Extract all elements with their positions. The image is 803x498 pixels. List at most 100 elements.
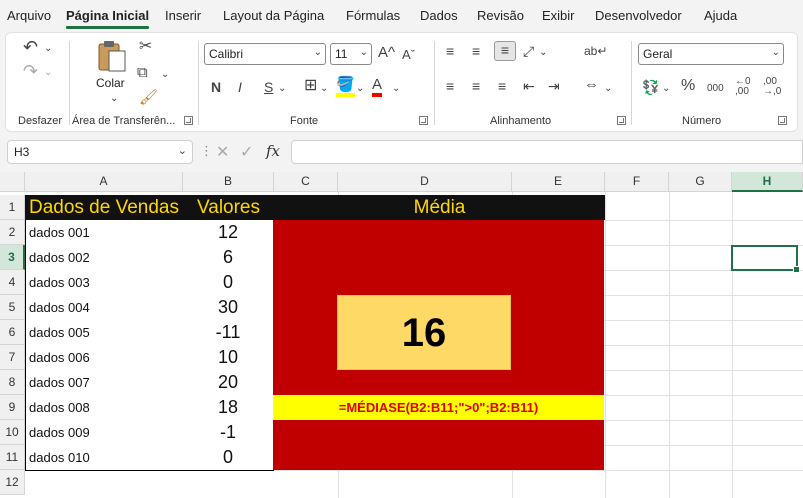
font-size-select[interactable]: 11 ⌄ [330,43,372,65]
average-result-cell[interactable]: 16 [337,295,511,370]
column-header-h[interactable]: H [732,172,803,192]
fill-color-icon[interactable]: 🪣 [336,77,355,97]
tab-desenvolvedor[interactable]: Desenvolvedor [595,8,682,23]
column-header-d[interactable]: D [338,172,512,192]
align-top-icon[interactable]: ≡ [446,43,454,59]
header-cell-dados-de-vendas[interactable]: Dados de Vendas [25,195,183,220]
grow-font-icon[interactable]: A^ [378,45,395,61]
data-value-cell[interactable]: -1 [183,420,274,446]
data-label-cell[interactable]: dados 009 [25,420,184,446]
borders-icon[interactable]: ⊞ [304,78,317,94]
more-icon[interactable]: ⋮ [200,143,213,159]
row-header-1[interactable]: 1 [0,195,25,220]
thousands-button[interactable]: 000 [707,81,724,97]
header-cell-media[interactable]: Média [274,195,605,220]
column-header-a[interactable]: A [25,172,183,192]
data-label-cell[interactable]: dados 002 [25,245,184,271]
format-painter-icon[interactable]: 🖌 [139,90,158,106]
percent-button[interactable]: % [681,78,695,94]
row-header-9[interactable]: 9 [0,395,25,420]
align-middle-icon[interactable]: ≡ [472,43,480,59]
font-color-dropdown-icon[interactable]: ⌄ [392,81,400,97]
column-header-e[interactable]: E [512,172,605,192]
name-box[interactable]: H3 ⌄ [7,140,193,164]
paste-button-label[interactable]: Colar [96,76,125,90]
align-left-icon[interactable]: ≡ [446,78,454,94]
align-bottom-icon[interactable]: ≡ [494,41,516,61]
data-label-cell[interactable]: dados 003 [25,270,184,296]
number-launcher-icon[interactable] [778,116,787,125]
row-header-5[interactable]: 5 [0,295,25,320]
formula-input[interactable] [291,140,803,164]
accounting-format-icon[interactable]: 💱 [642,79,659,95]
tab-dados[interactable]: Dados [420,8,458,23]
row-header-6[interactable]: 6 [0,320,25,345]
tab-pagina-inicial[interactable]: Página Inicial [66,8,150,29]
data-label-cell[interactable]: dados 004 [25,295,184,321]
row-header-2[interactable]: 2 [0,220,25,245]
data-value-cell[interactable]: 0 [183,445,274,471]
column-header-g[interactable]: G [669,172,732,192]
italic-button[interactable]: I [238,79,242,95]
tab-inserir[interactable]: Inserir [165,8,201,23]
row-header-10[interactable]: 10 [0,420,25,445]
undo-icon[interactable]: ↶ [23,38,38,56]
accounting-dropdown-icon[interactable]: ⌄ [662,81,670,97]
data-value-cell[interactable]: -11 [183,320,274,346]
data-label-cell[interactable]: dados 007 [25,370,184,396]
data-value-cell[interactable]: 0 [183,270,274,296]
data-value-cell[interactable]: 20 [183,370,274,396]
column-header-c[interactable]: C [274,172,338,192]
data-value-cell[interactable]: 18 [183,395,274,421]
cut-icon[interactable]: ✂ [139,39,152,55]
paste-dropdown-icon[interactable]: ⌄ [110,91,118,107]
redo-icon[interactable]: ↷ [23,62,38,80]
fill-color-dropdown-icon[interactable]: ⌄ [356,81,364,97]
orientation-icon[interactable]: ⤢ [523,43,534,59]
shrink-font-icon[interactable]: Aˇ [402,47,415,63]
bold-button[interactable]: N [211,79,221,95]
decrease-decimal-icon[interactable]: ,00 →,0 [763,77,781,97]
undo-dropdown-icon[interactable]: ⌄ [44,41,52,57]
enter-icon[interactable]: ✓ [240,142,253,162]
increase-decimal-icon[interactable]: ←0,00 [735,77,751,97]
cancel-icon[interactable]: ✕ [216,142,229,162]
formula-text-cell[interactable]: =MÉDIASE(B2:B11;">0";B2:B11) [273,395,604,420]
paste-icon[interactable] [96,39,128,73]
font-name-select[interactable]: Calibri ⌄ [204,43,326,65]
tab-arquivo[interactable]: Arquivo [7,8,51,23]
underline-dropdown-icon[interactable]: ⌄ [278,81,286,97]
data-label-cell[interactable]: dados 008 [25,395,184,421]
tab-revisao[interactable]: Revisão [477,8,524,23]
increase-indent-icon[interactable]: ⇥ [548,78,560,94]
column-header-b[interactable]: B [183,172,274,192]
data-value-cell[interactable]: 10 [183,345,274,371]
underline-button[interactable]: S [264,79,273,95]
row-header-11[interactable]: 11 [0,445,25,470]
font-color-icon[interactable]: A [372,77,383,97]
data-label-cell[interactable]: dados 006 [25,345,184,371]
tab-formulas[interactable]: Fórmulas [346,8,400,23]
number-format-select[interactable]: Geral ⌄ [638,43,784,65]
data-value-cell[interactable]: 6 [183,245,274,271]
decrease-indent-icon[interactable]: ⇤ [523,78,535,94]
merge-center-icon[interactable]: ⇔ [584,77,599,93]
insert-function-button[interactable]: fx [266,142,280,160]
data-value-cell[interactable]: 30 [183,295,274,321]
tab-ajuda[interactable]: Ajuda [704,8,737,23]
data-label-cell[interactable]: dados 010 [25,445,184,471]
active-cell-selection[interactable] [731,245,800,273]
row-header-3[interactable]: 3 [0,245,25,270]
copy-dropdown-icon[interactable]: ⌄ [161,67,169,83]
row-header-12[interactable]: 12 [0,470,25,495]
alignment-launcher-icon[interactable] [617,116,626,125]
select-all-corner[interactable] [0,172,25,192]
column-header-f[interactable]: F [605,172,669,192]
align-center-icon[interactable]: ≡ [472,78,480,94]
copy-icon[interactable]: ⧉ [137,65,148,81]
wrap-text-icon[interactable]: ab↵ [584,43,607,59]
row-header-7[interactable]: 7 [0,345,25,370]
clipboard-launcher-icon[interactable] [184,116,193,125]
data-value-cell[interactable]: 12 [183,220,274,246]
tab-layout-da-pagina[interactable]: Layout da Página [223,8,324,23]
